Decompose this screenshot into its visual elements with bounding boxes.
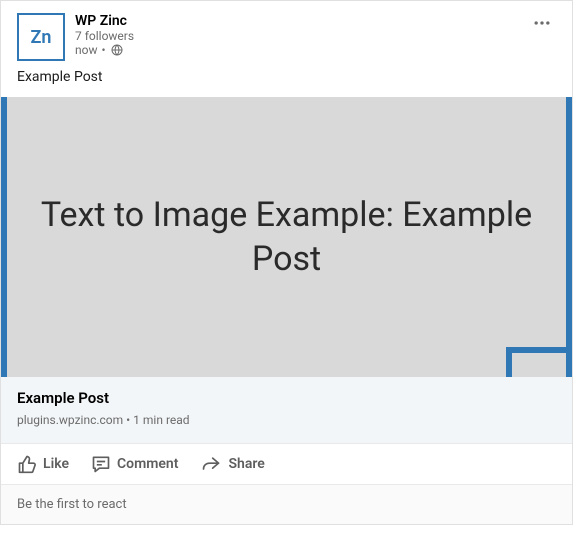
comment-label: Comment bbox=[117, 456, 178, 472]
header-meta: WP Zinc 7 followers now • bbox=[75, 13, 528, 57]
more-icon bbox=[532, 13, 552, 33]
link-meta: plugins.wpzinc.com • 1 min read bbox=[17, 413, 556, 427]
followers-count: 7 followers bbox=[75, 29, 528, 43]
post-time: now bbox=[75, 43, 98, 57]
avatar[interactable]: Zn bbox=[17, 13, 65, 61]
link-title: Example Post bbox=[17, 389, 556, 407]
link-preview[interactable]: Example Post plugins.wpzinc.com • 1 min … bbox=[1, 377, 572, 443]
post-card: Zn WP Zinc 7 followers now • Example P bbox=[0, 0, 573, 525]
like-icon bbox=[17, 454, 37, 474]
like-label: Like bbox=[43, 456, 69, 472]
post-timeline: now • bbox=[75, 43, 528, 57]
avatar-text: Zn bbox=[31, 27, 52, 48]
share-button[interactable]: Share bbox=[200, 454, 264, 474]
post-image[interactable]: Text to Image Example: Example Post bbox=[1, 97, 572, 377]
globe-icon bbox=[110, 43, 124, 57]
image-caption: Text to Image Example: Example Post bbox=[7, 193, 566, 281]
share-icon bbox=[200, 454, 222, 474]
comment-icon bbox=[91, 454, 111, 474]
image-corner-decoration bbox=[506, 347, 566, 377]
author-name[interactable]: WP Zinc bbox=[75, 13, 528, 29]
comment-button[interactable]: Comment bbox=[91, 454, 178, 474]
separator: • bbox=[102, 43, 106, 57]
post-header: Zn WP Zinc 7 followers now • bbox=[1, 1, 572, 69]
reactions-prompt[interactable]: Be the first to react bbox=[1, 484, 572, 524]
share-label: Share bbox=[228, 456, 264, 472]
like-button[interactable]: Like bbox=[17, 454, 69, 474]
post-text: Example Post bbox=[1, 69, 572, 97]
action-bar: Like Comment Share bbox=[1, 443, 572, 484]
more-options-button[interactable] bbox=[528, 13, 556, 37]
